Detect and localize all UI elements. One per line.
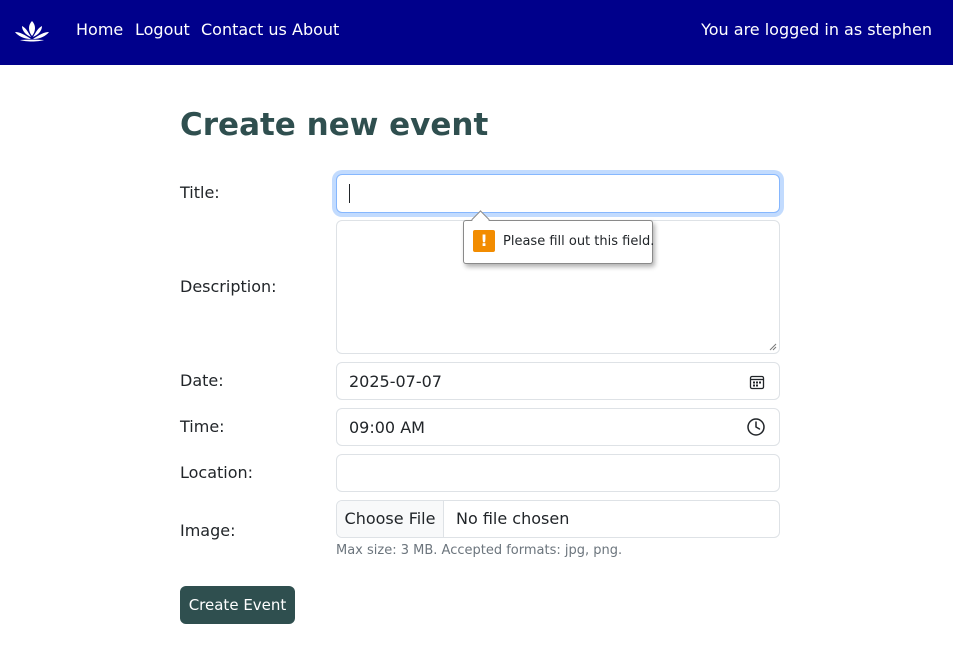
time-label: Time: <box>180 417 225 436</box>
nav-link-logout[interactable]: Logout <box>135 20 190 40</box>
validation-tooltip: ! Please fill out this field. <box>463 210 655 264</box>
nav-link-contact-us[interactable]: Contact us <box>201 20 287 40</box>
date-label: Date: <box>180 371 224 390</box>
file-status-text: No file chosen <box>456 509 570 528</box>
location-input[interactable] <box>336 454 780 492</box>
clock-icon[interactable] <box>746 417 766 437</box>
page-title: Create new event <box>180 107 489 143</box>
tooltip-arrow <box>471 210 490 229</box>
description-label: Description: <box>180 277 277 296</box>
image-help-text: Max size: 3 MB. Accepted formats: jpg, p… <box>336 543 623 558</box>
lotus-logo-icon[interactable] <box>14 19 50 43</box>
time-value: 09:00 AM <box>349 418 425 437</box>
date-input[interactable]: 2025-07-07 <box>336 362 780 400</box>
warning-icon: ! <box>473 230 495 252</box>
title-label: Title: <box>180 183 220 202</box>
calendar-icon[interactable] <box>749 374 765 390</box>
create-event-button[interactable]: Create Event <box>180 586 295 624</box>
nav-link-home[interactable]: Home <box>76 20 123 40</box>
top-navbar: Home Logout Contact us About You are log… <box>0 0 953 65</box>
resize-handle-icon[interactable] <box>769 343 777 351</box>
text-caret <box>349 184 350 203</box>
date-value: 2025-07-07 <box>349 372 442 391</box>
validation-message: Please fill out this field. <box>503 234 655 249</box>
image-label: Image: <box>180 521 236 540</box>
choose-file-button[interactable]: Choose File <box>337 501 444 537</box>
title-input[interactable] <box>336 174 780 213</box>
time-input[interactable]: 09:00 AM <box>336 408 780 446</box>
logged-in-status: You are logged in as stephen <box>701 20 932 39</box>
image-file-input[interactable]: Choose File No file chosen <box>336 500 780 538</box>
nav-link-about[interactable]: About <box>292 20 339 40</box>
location-label: Location: <box>180 463 254 482</box>
